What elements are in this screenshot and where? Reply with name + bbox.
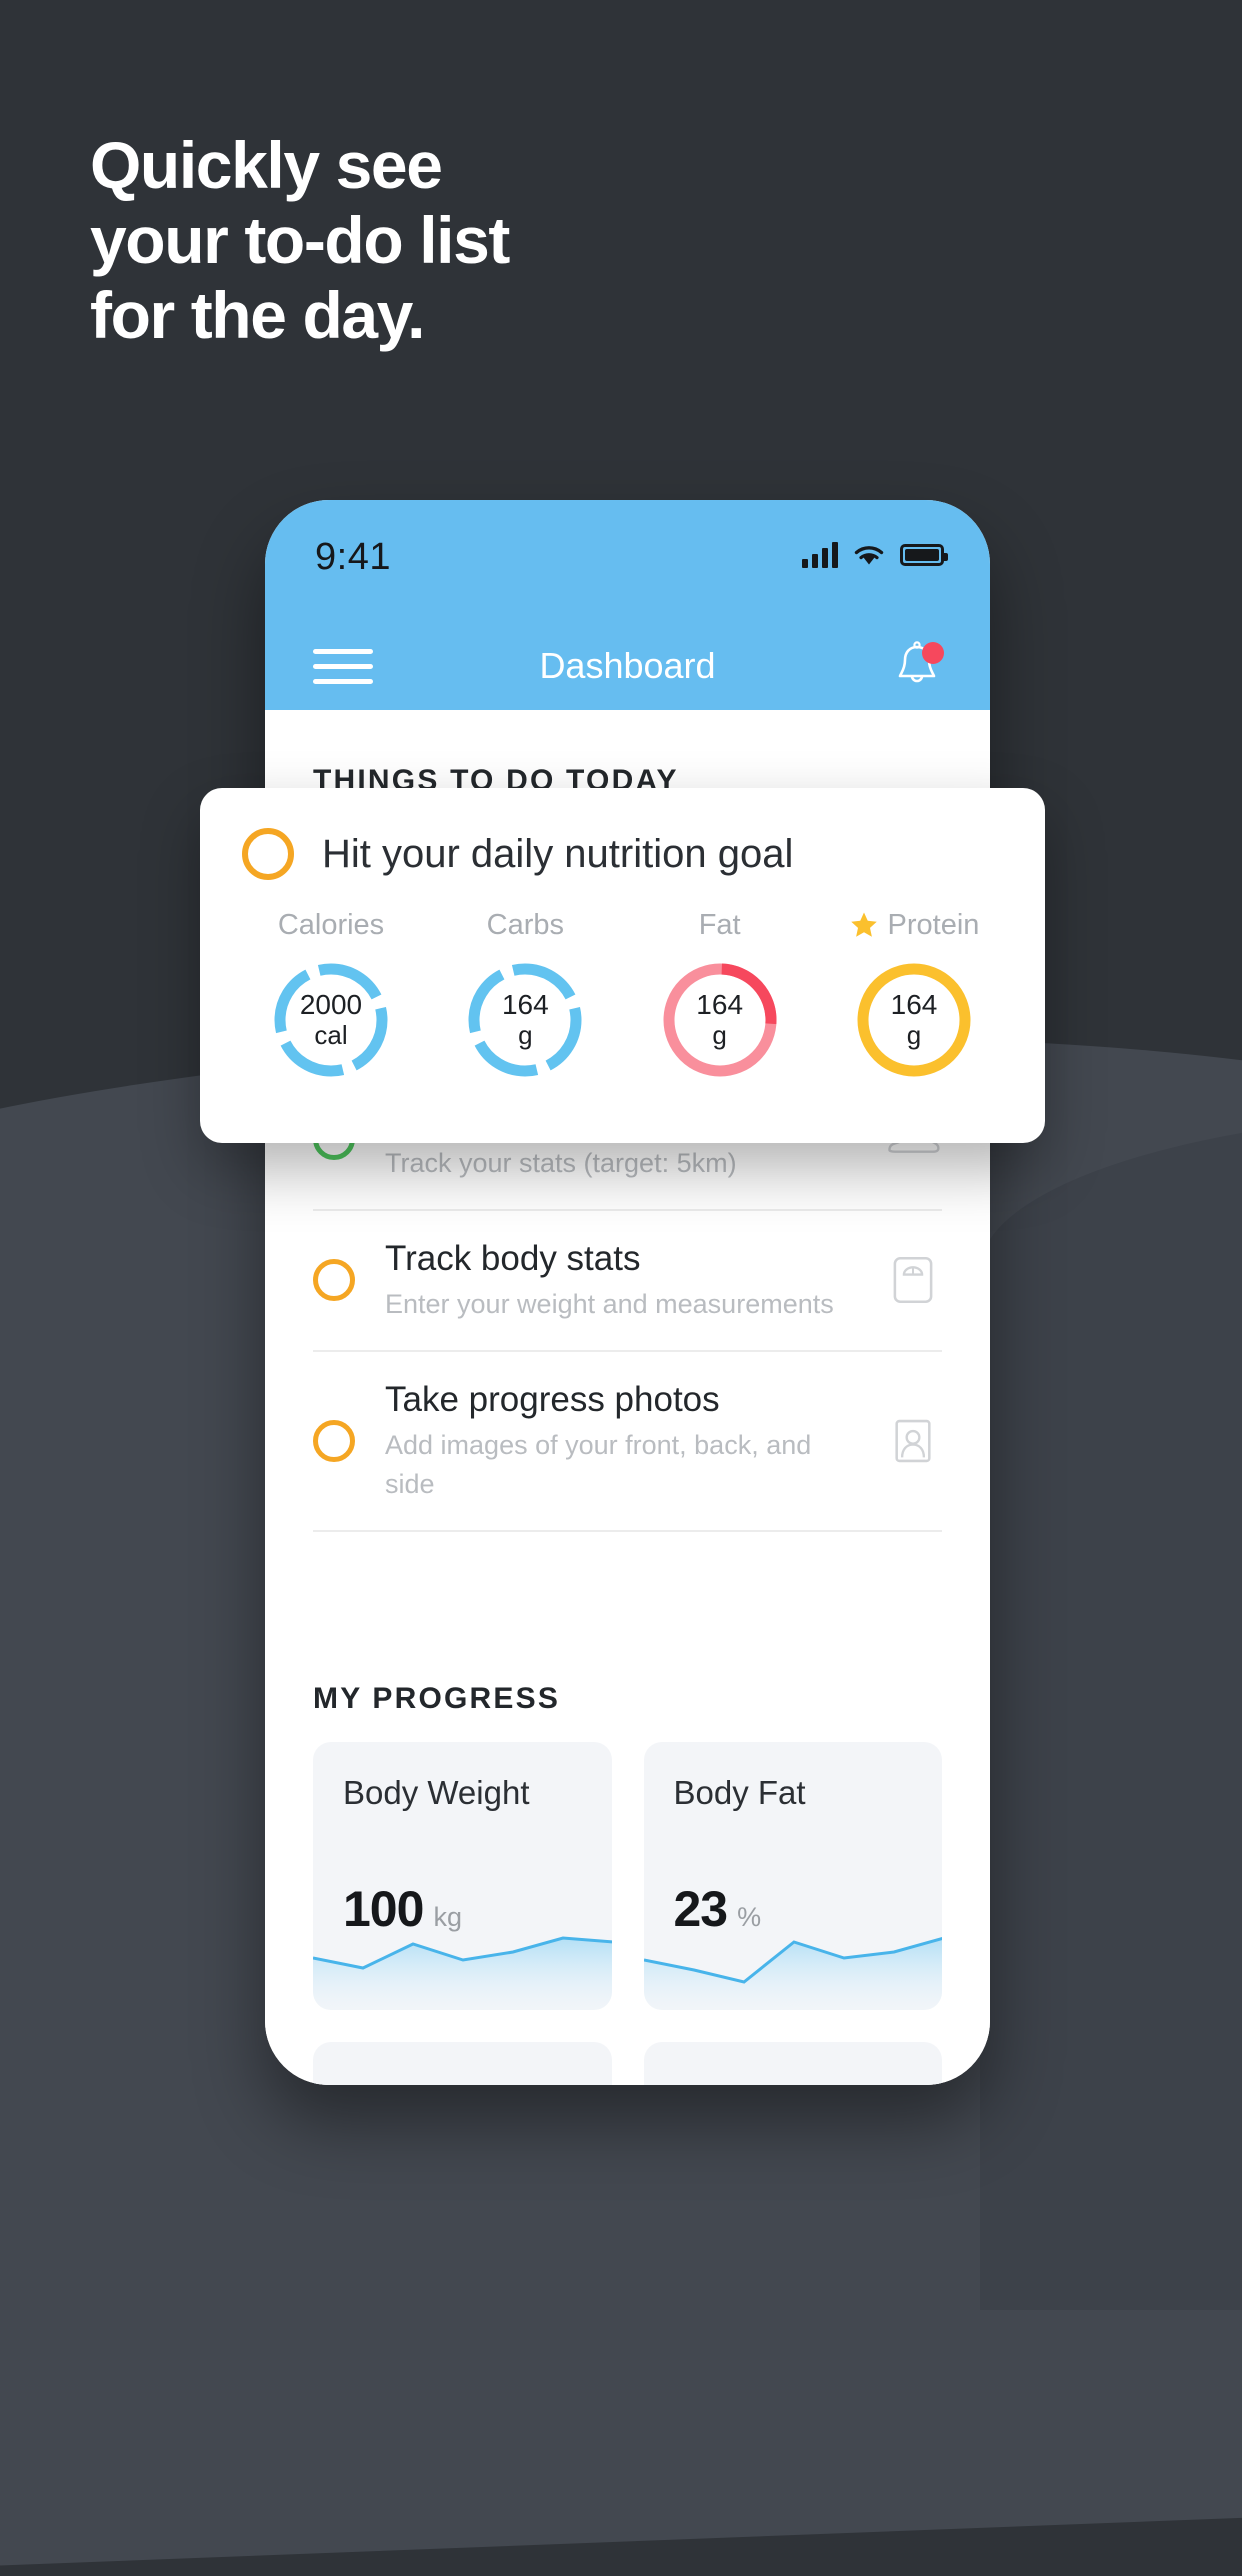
nutrition-goal-card[interactable]: Hit your daily nutrition goal Calories 2… <box>200 788 1045 1143</box>
progress-card-partial-left[interactable] <box>313 2041 612 2085</box>
task-title: Track body stats <box>385 1238 641 1278</box>
task-title: Take progress photos <box>385 1379 720 1419</box>
page-headline: Quickly see your to-do list for the day. <box>90 128 510 353</box>
progress-card-title: Body Weight <box>343 1773 530 1811</box>
sparkline-chart <box>643 1936 942 2010</box>
progress-card-title: Body Fat <box>673 1773 806 1811</box>
task-item-body-stats[interactable]: Track body stats Enter your weight and m… <box>313 1211 942 1352</box>
macro-value: 164 <box>501 989 549 1021</box>
task-subtitle: Enter your weight and measurements <box>385 1288 834 1319</box>
macro-value-group: 164 g <box>465 960 585 1080</box>
macro-carbs[interactable]: Carbs 164 g <box>450 906 600 1080</box>
notification-bell-button[interactable] <box>890 638 944 694</box>
macro-calories[interactable]: Calories 2000 cal <box>256 906 406 1080</box>
battery-icon <box>900 544 948 566</box>
macro-value-group: 164 g <box>660 960 780 1080</box>
circle-checkbox-unchecked[interactable] <box>313 1419 355 1462</box>
macro-value: 2000 <box>299 989 363 1021</box>
status-bar-clock: 9:41 <box>315 536 391 578</box>
macro-progress-ring: 164 g <box>465 960 585 1080</box>
macro-unit: cal <box>314 1020 348 1051</box>
nutrition-card-header: Hit your daily nutrition goal <box>242 828 1003 880</box>
macro-label: Carbs <box>486 908 564 941</box>
task-text: Take progress photos Add images of your … <box>385 1378 854 1504</box>
macro-value: 164 <box>696 989 744 1021</box>
circle-checkbox-unchecked[interactable] <box>313 1259 355 1302</box>
sparkline-chart <box>313 1936 612 2010</box>
task-item-progress-photos[interactable]: Take progress photos Add images of your … <box>313 1352 942 1532</box>
macro-value: 164 <box>890 989 938 1021</box>
task-text: Track body stats Enter your weight and m… <box>385 1237 854 1324</box>
circle-checkbox-unchecked[interactable] <box>242 828 294 880</box>
notification-badge-dot <box>922 642 944 664</box>
macro-unit: g <box>712 1020 727 1051</box>
person-photo-icon <box>895 1419 931 1463</box>
macro-label-group: Protein <box>839 906 989 944</box>
cellular-signal-icon <box>802 542 838 568</box>
status-bar: 9:41 <box>265 500 990 622</box>
progress-card-grid: Body Weight 100 kg Body Fat 23 % <box>265 1716 990 2085</box>
macro-unit: g <box>518 1020 533 1051</box>
macro-value-group: 2000 cal <box>271 960 391 1080</box>
wifi-icon <box>854 546 884 565</box>
progress-card-body-weight[interactable]: Body Weight 100 kg <box>313 1741 612 2010</box>
macro-progress-ring: 164 g <box>660 960 780 1080</box>
progress-card-body-fat[interactable]: Body Fat 23 % <box>643 1741 942 2010</box>
status-bar-icons <box>802 536 948 568</box>
section-label-todo: THINGS TO DO TODAY <box>313 764 679 797</box>
nutrition-card-title: Hit your daily nutrition goal <box>322 831 794 876</box>
task-subtitle: Track your stats (target: 5km) <box>385 1147 737 1178</box>
macro-label: Calories <box>277 908 385 941</box>
macro-label: Protein <box>887 908 980 941</box>
macro-label: Fat <box>698 908 741 941</box>
section-label-progress: MY PROGRESS <box>313 1681 561 1715</box>
page-title: Dashboard <box>539 645 716 686</box>
macro-value-group: 164 g <box>854 960 974 1080</box>
macro-ring-row: Calories 2000 cal Carbs 164 g Fat 164 g … <box>242 880 1003 1080</box>
macro-fat[interactable]: Fat 164 g <box>645 906 795 1080</box>
task-subtitle: Add images of your front, back, and side <box>385 1429 812 1499</box>
app-navigation-bar: Dashboard <box>265 622 990 710</box>
star-icon <box>850 912 877 937</box>
progress-card-partial-right[interactable] <box>643 2041 942 2085</box>
macro-protein[interactable]: Protein 164 g <box>839 906 989 1080</box>
macro-progress-ring: 2000 cal <box>271 960 391 1080</box>
background-sweep-shape-secondary <box>980 1110 1242 2310</box>
macro-unit: g <box>906 1020 922 1051</box>
macro-progress-ring: 164 g <box>854 960 974 1080</box>
phone-mockup: 9:41 Dashboard THINGS TO DO TODAY Track … <box>265 500 990 2085</box>
weight-scale-icon <box>893 1257 933 1304</box>
